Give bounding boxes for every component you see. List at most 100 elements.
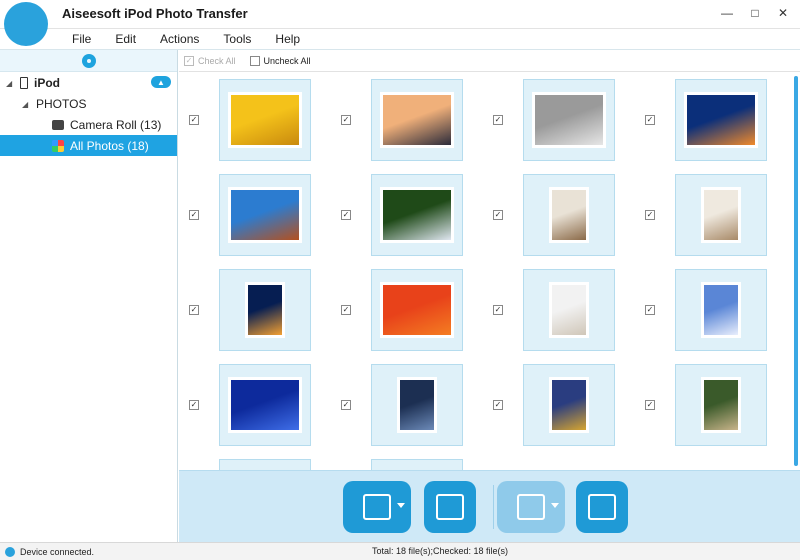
- photo-item[interactable]: ✓: [635, 269, 787, 351]
- photo-item[interactable]: ✓: [331, 79, 483, 161]
- photo-checkbox[interactable]: ✓: [645, 210, 655, 220]
- photo-thumbnail: [397, 377, 437, 433]
- content-toolbar: ✓ Check All Uncheck All: [179, 50, 800, 72]
- photo-frame[interactable]: [523, 364, 615, 446]
- photo-item[interactable]: ✓: [179, 364, 331, 446]
- photo-item[interactable]: ✓: [635, 364, 787, 446]
- photo-item[interactable]: ✓: [179, 174, 331, 256]
- content-area: ✓ Check All Uncheck All ✓ ✓ ✓ ✓ ✓ ✓ ✓ ✓ ✓ ✓ ✓ ✓ ✓ ✓ ✓ ✓…: [179, 50, 800, 542]
- photo-checkbox[interactable]: ✓: [645, 115, 655, 125]
- photo-frame[interactable]: [219, 269, 311, 351]
- photo-frame[interactable]: [523, 174, 615, 256]
- photo-checkbox[interactable]: ✓: [189, 400, 199, 410]
- dropdown-caret-icon[interactable]: [397, 503, 405, 508]
- maximize-icon[interactable]: □: [746, 4, 764, 22]
- photo-item[interactable]: ✓: [331, 459, 483, 470]
- menu-actions[interactable]: Actions: [160, 32, 199, 46]
- uncheck-all-checkbox[interactable]: [249, 55, 260, 66]
- sidebar-item-all-photos[interactable]: All Photos (18): [0, 135, 177, 156]
- photo-checkbox[interactable]: ✓: [189, 305, 199, 315]
- photo-checkbox[interactable]: ✓: [645, 400, 655, 410]
- collapse-arrow-icon[interactable]: ◢: [6, 79, 14, 88]
- menu-tools[interactable]: Tools: [223, 32, 251, 46]
- photo-checkbox[interactable]: ✓: [493, 115, 503, 125]
- sidebar-item-camera-roll[interactable]: Camera Roll (13): [0, 114, 177, 135]
- uncheck-all-option[interactable]: Uncheck All: [249, 55, 311, 66]
- photo-jellyfish-2: [248, 285, 282, 335]
- photo-frame[interactable]: [675, 79, 767, 161]
- photo-checkbox[interactable]: ✓: [493, 305, 503, 315]
- menu-file[interactable]: File: [72, 32, 91, 46]
- scrollbar[interactable]: [794, 76, 798, 466]
- photo-frame[interactable]: [371, 79, 463, 161]
- photo-item[interactable]: ✓: [179, 79, 331, 161]
- export-pc-button[interactable]: [576, 481, 628, 533]
- photo-frame[interactable]: [219, 79, 311, 161]
- photo-frame[interactable]: [675, 364, 767, 446]
- check-all-checkbox[interactable]: ✓: [184, 55, 194, 66]
- check-all-option[interactable]: ✓ Check All: [184, 55, 236, 66]
- add-video-button[interactable]: [343, 481, 411, 533]
- photo-frame[interactable]: [523, 269, 615, 351]
- photo-thumbnail: [684, 92, 758, 148]
- photo-frame[interactable]: [371, 459, 463, 470]
- photo-item[interactable]: ✓: [179, 459, 331, 470]
- photo-item[interactable]: ✓: [483, 364, 635, 446]
- gear-icon[interactable]: [81, 53, 96, 68]
- tree-section-photos[interactable]: ◢ PHOTOS: [0, 93, 177, 114]
- minimize-icon[interactable]: —: [718, 4, 736, 22]
- photo-item[interactable]: ✓: [635, 79, 787, 161]
- photo-frame[interactable]: [371, 269, 463, 351]
- export-pc-icon: [588, 494, 616, 520]
- camera-icon: [52, 119, 64, 130]
- remove-video-button[interactable]: [424, 481, 476, 533]
- photo-hydrangea: [383, 190, 451, 240]
- photo-item[interactable]: ✓: [635, 174, 787, 256]
- menu-bar: File Edit Actions Tools Help: [0, 28, 800, 50]
- divider: [493, 485, 494, 529]
- tree-device[interactable]: ◢ iPod ▲: [0, 72, 177, 93]
- photo-lighthouse: [383, 95, 451, 145]
- eject-icon[interactable]: ▲: [151, 76, 171, 88]
- photo-checkbox[interactable]: ✓: [341, 400, 351, 410]
- photo-item[interactable]: ✓: [331, 364, 483, 446]
- close-icon[interactable]: ✕: [774, 4, 792, 22]
- photo-frame[interactable]: [219, 364, 311, 446]
- photo-item[interactable]: ✓: [483, 269, 635, 351]
- photo-thumbnail: [380, 92, 454, 148]
- photo-thumbnail: [549, 377, 589, 433]
- photo-item[interactable]: ✓: [331, 174, 483, 256]
- photo-jellyfish: [687, 95, 755, 145]
- photo-checkbox[interactable]: ✓: [341, 115, 351, 125]
- dropdown-caret-icon[interactable]: [551, 503, 559, 508]
- photo-checkbox[interactable]: ✓: [645, 305, 655, 315]
- action-bar: [179, 470, 800, 542]
- photo-frame[interactable]: [523, 79, 615, 161]
- photo-thumbnail: [549, 282, 589, 338]
- collapse-arrow-icon[interactable]: ◢: [22, 100, 30, 109]
- photo-item[interactable]: ✓: [331, 269, 483, 351]
- photo-item[interactable]: ✓: [483, 174, 635, 256]
- photo-checkbox[interactable]: ✓: [189, 210, 199, 220]
- photo-frame[interactable]: [675, 174, 767, 256]
- photo-item[interactable]: ✓: [483, 79, 635, 161]
- photo-thumbnail: [701, 282, 741, 338]
- sidebar-item-label: Camera Roll (13): [70, 117, 162, 132]
- photo-interior: [552, 190, 586, 240]
- photo-checkbox[interactable]: ✓: [493, 210, 503, 220]
- photo-checkbox[interactable]: ✓: [341, 305, 351, 315]
- photo-gold-leaves: [552, 380, 586, 430]
- photo-frame[interactable]: [675, 269, 767, 351]
- photo-checkbox[interactable]: ✓: [493, 400, 503, 410]
- menu-help[interactable]: Help: [275, 32, 300, 46]
- photo-frame[interactable]: [371, 364, 463, 446]
- export-device-button[interactable]: [497, 481, 565, 533]
- photo-frame[interactable]: [371, 174, 463, 256]
- photo-checkbox[interactable]: ✓: [341, 210, 351, 220]
- export-device-icon: [517, 494, 545, 520]
- photo-frame[interactable]: [219, 174, 311, 256]
- photo-checkbox[interactable]: ✓: [189, 115, 199, 125]
- photo-item[interactable]: ✓: [179, 269, 331, 351]
- photo-frame[interactable]: [219, 459, 311, 470]
- menu-edit[interactable]: Edit: [115, 32, 136, 46]
